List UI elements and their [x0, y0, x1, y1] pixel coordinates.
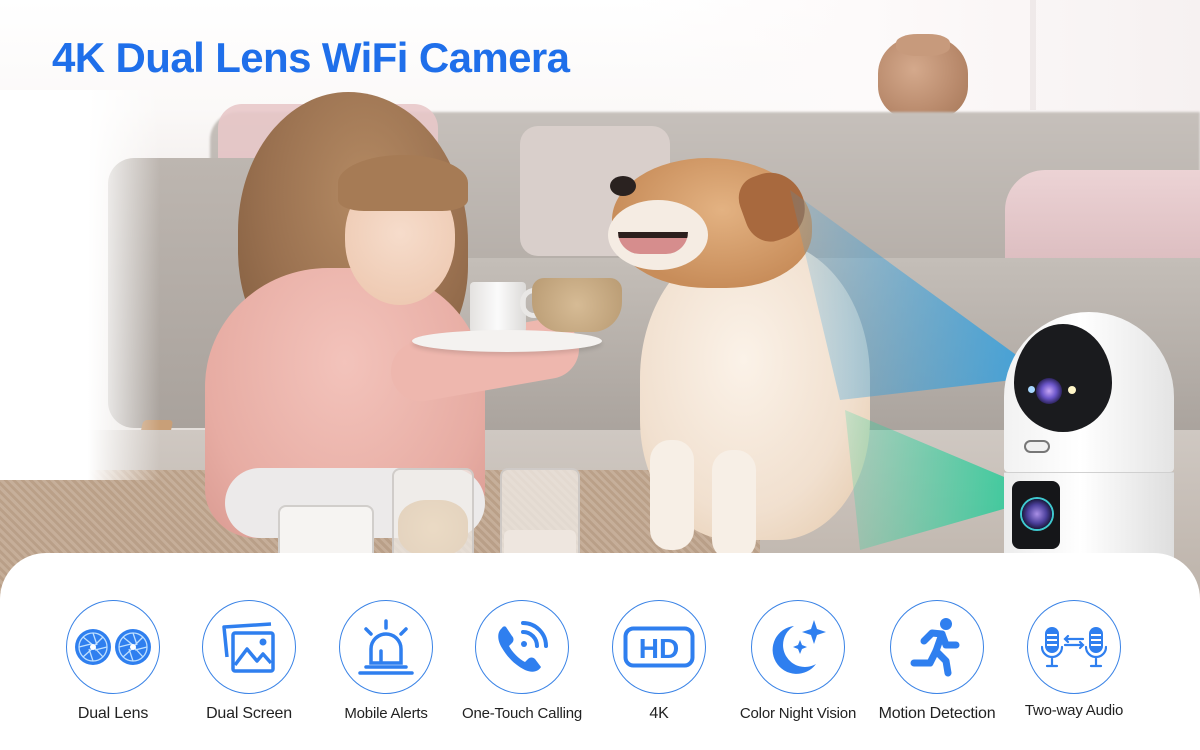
- hero-scene: [0, 0, 1200, 600]
- glass-jar: [500, 468, 580, 560]
- feature-label: One-Touch Calling: [462, 705, 582, 722]
- spotlight-led: [1068, 386, 1076, 394]
- feature-color-night-vision: Color Night Vision: [723, 600, 873, 722]
- vase-neck: [896, 34, 950, 56]
- camera-face-panel: [1014, 324, 1112, 432]
- dog-leg: [650, 440, 694, 550]
- feature-dual-screen: Dual Screen: [174, 600, 324, 723]
- feature-icon-ring: [66, 600, 160, 694]
- dog-leg: [712, 450, 756, 560]
- feature-two-way-audio: Two-way Audio: [999, 600, 1149, 719]
- dog-mouth: [618, 232, 688, 254]
- feature-icon-ring: [1027, 600, 1121, 694]
- feature-dual-lens: Dual Lens: [38, 600, 188, 723]
- feature-mobile-alerts: Mobile Alerts: [311, 600, 461, 722]
- running-person-icon: [910, 618, 960, 677]
- feature-label: Dual Lens: [77, 705, 149, 722]
- feature-motion-detection: Motion Detection: [862, 600, 1012, 723]
- feature-label: Motion Detection: [878, 705, 996, 722]
- ir-led: [1028, 386, 1035, 393]
- top-lens: [1036, 378, 1062, 404]
- hd-badge-text: HD: [639, 633, 679, 664]
- feature-4k: HD 4K: [584, 600, 734, 723]
- dual-screen-icon: [222, 622, 275, 673]
- plate: [412, 330, 602, 352]
- feature-label: Mobile Alerts: [344, 705, 428, 722]
- feature-icon-ring: [202, 600, 296, 694]
- phone-call-icon: [498, 621, 548, 672]
- feature-icon-ring: [339, 600, 433, 694]
- feature-icon-ring: [475, 600, 569, 694]
- dual-lens-icon: [75, 629, 151, 665]
- hd-icon: HD: [623, 626, 695, 668]
- bottom-lens-window: [1012, 481, 1060, 549]
- feature-label: 4K: [649, 705, 669, 722]
- food-bowl: [532, 278, 622, 332]
- dual-lens-camera: [1004, 312, 1174, 560]
- glass-jar: [392, 468, 474, 560]
- camera-base: [1004, 472, 1174, 560]
- feature-icon-ring: [751, 600, 845, 694]
- feature-icon-ring: [890, 600, 984, 694]
- girl-bangs: [338, 155, 468, 211]
- moon-stars-icon: [772, 620, 826, 674]
- left-fade: [0, 90, 160, 480]
- feature-label: Two-way Audio: [1024, 702, 1124, 719]
- feature-one-touch-calling: One-Touch Calling: [447, 600, 597, 722]
- feature-label: Dual Screen: [206, 705, 292, 722]
- camera-reset-button: [1024, 440, 1050, 453]
- window-frame: [1030, 0, 1036, 110]
- headline: 4K Dual Lens WiFi Camera: [52, 34, 570, 81]
- feature-icon-ring: HD: [612, 600, 706, 694]
- bottom-lens: [1022, 499, 1052, 529]
- dog-nose: [610, 176, 636, 196]
- two-way-microphone-icon: [1041, 627, 1107, 668]
- feature-label: Color Night Vision: [739, 705, 857, 722]
- alarm-siren-icon: [358, 619, 414, 675]
- camera-head: [1004, 312, 1174, 472]
